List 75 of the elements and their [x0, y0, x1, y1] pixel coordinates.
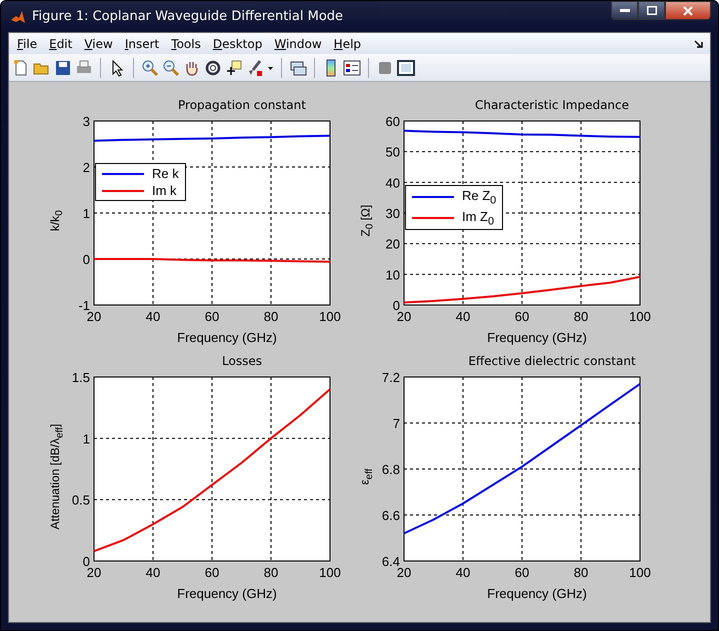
x-tick-label: 80 — [264, 565, 278, 580]
legend-line — [412, 196, 454, 198]
y-tick-label: 7.2 — [382, 371, 400, 385]
x-axis-label: Frequency (GHz) — [177, 586, 277, 601]
legend-line — [412, 216, 454, 219]
y-tick-label: 0.5 — [72, 492, 90, 508]
legend-label: Re Z$_{0}$ — [462, 188, 496, 207]
menu-item[interactable]: View — [78, 36, 119, 50]
x-tick-label: 100 — [319, 309, 341, 324]
x-tick-label: 100 — [629, 309, 651, 324]
chart-title: Characteristic Impedance — [474, 98, 630, 112]
maximize-button[interactable] — [638, 1, 665, 20]
zoom-in-icon[interactable] — [141, 58, 159, 76]
chart-title: Propagation constant — [178, 98, 306, 112]
legend-line — [102, 172, 144, 174]
menu-item[interactable]: Edit — [43, 36, 78, 50]
zoom-out-icon[interactable] — [162, 58, 180, 76]
brush-icon[interactable] — [246, 58, 264, 76]
menu-item[interactable]: Window — [268, 36, 328, 50]
x-tick-label: 40 — [146, 309, 160, 324]
menu-item[interactable]: Insert — [118, 36, 166, 50]
y-tick-label: 7 — [392, 416, 400, 431]
legend-label: Re k — [152, 166, 179, 181]
x-tick-label: 40 — [456, 309, 470, 324]
y-tick-label: 0 — [82, 252, 90, 267]
y-tick-label: 50 — [386, 144, 400, 160]
x-tick-label: 60 — [514, 565, 530, 580]
x-tick-label: 80 — [574, 565, 588, 580]
x-tick-label: 40 — [456, 565, 470, 580]
x-tick-label: 100 — [319, 565, 341, 580]
chart-title: Effective dielectric constant — [468, 354, 636, 368]
x-axis-label: Frequency (GHz) — [487, 330, 587, 345]
y-tick-label: 6.6 — [382, 508, 400, 523]
y-tick-label: 10 — [386, 267, 400, 282]
close-icon — [683, 6, 693, 16]
minimize-button[interactable] — [611, 1, 638, 20]
y-tick-label: 60 — [386, 115, 400, 129]
window-title: Figure 1: Coplanar Waveguide Differential Mode — [32, 9, 344, 24]
rotate-icon[interactable] — [204, 58, 222, 76]
y-tick-label: 40 — [386, 175, 400, 190]
legend-icon[interactable] — [343, 58, 361, 76]
y-tick-label: 1.5 — [72, 371, 90, 385]
menu-item[interactable]: Desktop — [206, 36, 268, 50]
maximize-icon — [646, 6, 656, 15]
x-axis-label: Frequency (GHz) — [487, 586, 587, 601]
y-tick-label: 1 — [82, 431, 90, 446]
logo-icon — [10, 8, 26, 24]
data-cursor-icon[interactable] — [225, 58, 243, 76]
chart-title: Losses — [222, 354, 262, 368]
x-tick-label: 40 — [146, 565, 160, 580]
y-tick-label: 1 — [82, 206, 90, 221]
menu-item[interactable]: Tools — [165, 36, 207, 50]
x-tick-label: 100 — [629, 565, 651, 580]
legend-line — [102, 190, 144, 192]
legend-label: Im Z$_{0}$ — [462, 208, 494, 228]
x-tick-label: 60 — [204, 309, 220, 324]
minimize-icon — [620, 8, 630, 12]
y-tick-label: 30 — [386, 206, 400, 221]
y-tick-label: 20 — [386, 236, 400, 252]
legend-label: Im k — [152, 183, 177, 198]
panel-icon[interactable] — [397, 58, 415, 76]
x-tick-label: 60 — [514, 309, 530, 324]
menu-item[interactable]: Help — [328, 36, 368, 50]
x-tick-label: 80 — [574, 309, 588, 324]
y-tick-label: 3 — [82, 115, 90, 129]
y-tick-label: 2 — [82, 160, 90, 175]
x-tick-label: 60 — [204, 565, 220, 580]
menu-item[interactable]: File — [11, 36, 44, 50]
x-axis-label: Frequency (GHz) — [177, 330, 277, 345]
close-button[interactable] — [665, 1, 711, 20]
save-icon[interactable] — [54, 58, 72, 76]
y-tick-label: 6.8 — [382, 462, 400, 477]
dock-arrow-icon[interactable] — [694, 38, 704, 48]
link-icon[interactable] — [289, 58, 307, 76]
x-tick-label: 80 — [264, 309, 278, 324]
